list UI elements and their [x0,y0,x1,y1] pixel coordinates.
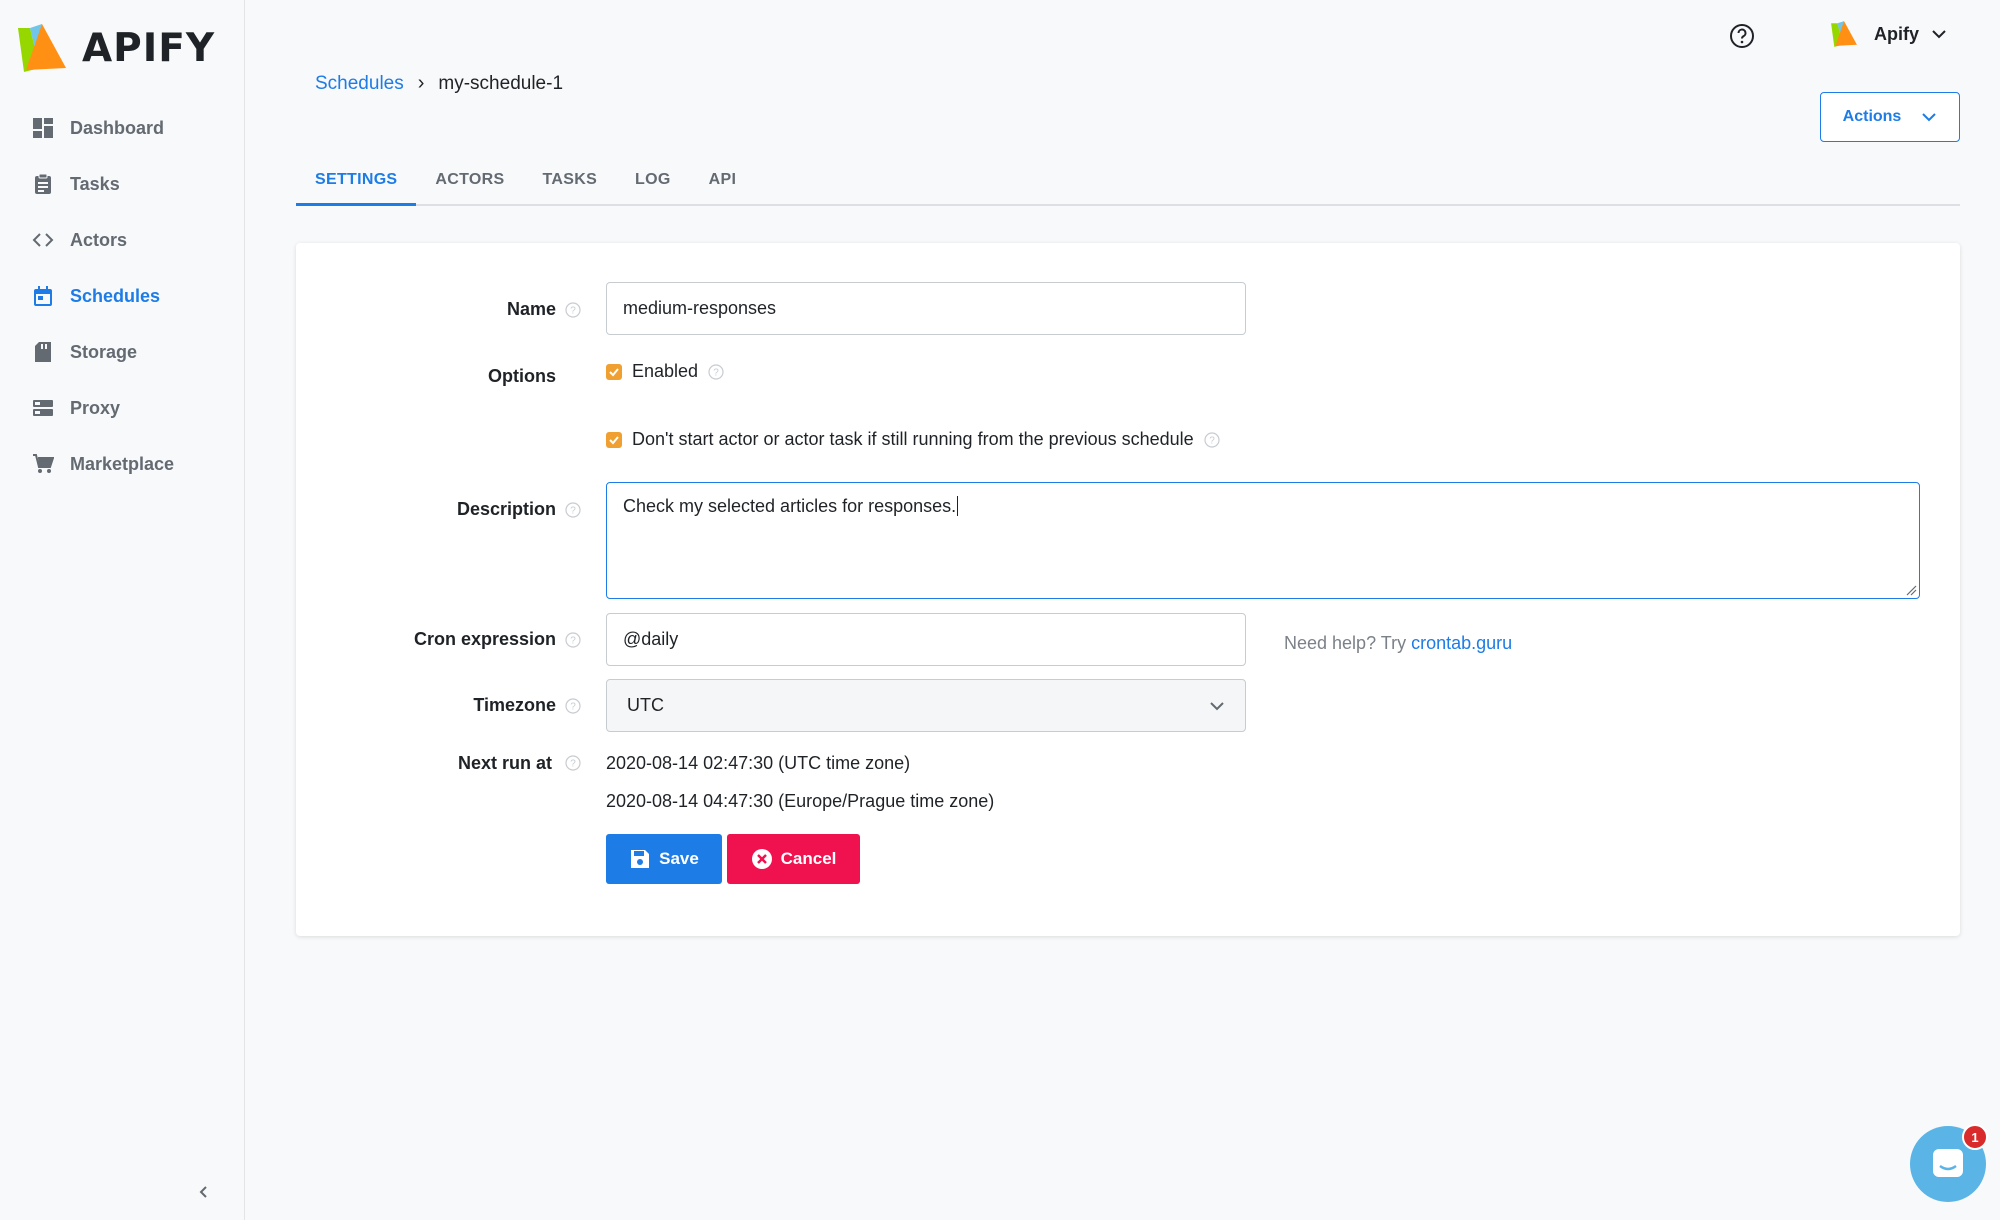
svg-text:?: ? [570,506,576,517]
no-overlap-label: Don't start actor or actor task if still… [632,429,1194,449]
crontab-guru-link[interactable]: crontab.guru [1411,633,1512,653]
next-run-local: 2020-08-14 04:47:30 (Europe/Prague time … [606,791,995,811]
code-icon [32,229,54,251]
cron-expression-label: Cron expression [413,629,556,649]
save-button[interactable]: Save [606,834,722,884]
svg-text:?: ? [570,306,576,317]
description-textarea[interactable]: Check my selected articles for responses… [606,482,1920,599]
sidebar-item-label: Schedules [70,285,161,306]
sidebar-item-label: Marketplace [70,453,175,474]
tab-api[interactable]: API [690,160,756,206]
no-overlap-option: Don't start actor or actor task if still… [606,429,1220,450]
tab-bar: SETTINGS ACTORS TASKS LOG API [296,160,1960,206]
help-tooltip-icon[interactable]: ? [565,502,581,518]
no-overlap-checkbox[interactable] [606,431,622,448]
tab-tasks[interactable]: TASKS [524,160,617,206]
apify-logo-icon [18,24,66,72]
checkmark-icon [609,435,619,444]
tab-log[interactable]: LOG [616,160,690,206]
tab-actors[interactable]: ACTORS [416,160,523,206]
enabled-label: Enabled [632,361,699,381]
sidebar-item-label: Actors [70,229,128,250]
svg-text:?: ? [570,759,576,770]
timezone-select[interactable]: UTC [606,679,1246,732]
enabled-option: Enabled ? [606,361,724,382]
help-tooltip-icon[interactable]: ? [708,363,724,380]
settings-form-card: Name ? Options Enabled ? Don't start act… [296,243,1960,936]
svg-text:?: ? [1209,435,1215,446]
breadcrumb: Schedules › my-schedule-1 [315,72,563,95]
sidebar-item-schedules[interactable]: Schedules [0,268,244,324]
sidebar: APIFY Dashboard Tasks Actors Schedules S… [0,0,245,1220]
cron-expression-input[interactable] [606,613,1246,666]
description-text: Check my selected articles for responses… [623,496,957,516]
account-logo-icon [1831,21,1857,47]
help-tooltip-icon[interactable]: ? [565,698,581,714]
account-name: Apify [1874,23,1919,44]
chevron-left-icon [199,1186,207,1198]
cancel-label: Cancel [780,849,837,868]
svg-text:?: ? [570,702,576,713]
tab-settings[interactable]: SETTINGS [296,160,417,206]
checkmark-icon [609,367,619,376]
help-tooltip-icon[interactable]: ? [565,302,581,318]
help-circle-icon [1730,24,1754,48]
calendar-icon [32,285,54,307]
chevron-down-icon [1932,30,1946,39]
close-circle-icon [751,849,772,869]
actions-button[interactable]: Actions [1820,92,1960,142]
resize-handle-icon[interactable] [1905,584,1917,596]
sidebar-item-tasks[interactable]: Tasks [0,156,244,212]
apify-logo[interactable]: APIFY [16,22,215,74]
next-run-label: Next run at [457,753,552,773]
actions-label: Actions [1842,108,1902,125]
svg-text:?: ? [713,367,719,378]
save-label: Save [659,849,699,868]
chat-icon [1933,1149,1963,1177]
sidebar-item-storage[interactable]: Storage [0,324,244,380]
breadcrumb-separator: › [417,72,425,94]
description-label: Description [456,499,556,519]
breadcrumb-schedules-link[interactable]: Schedules [315,73,404,95]
cancel-button[interactable]: Cancel [727,834,860,884]
floppy-disk-icon [631,850,650,868]
options-label: Options [488,366,556,386]
help-button[interactable] [1728,22,1756,50]
timezone-label: Timezone [473,695,556,715]
sidebar-item-label: Dashboard [70,117,165,138]
storage-icon [32,341,54,363]
sidebar-item-dashboard[interactable]: Dashboard [0,100,244,156]
name-label: Name [506,299,556,319]
sidebar-item-actors[interactable]: Actors [0,212,244,268]
sidebar-item-proxy[interactable]: Proxy [0,380,244,436]
timezone-value: UTC [627,695,664,715]
dashboard-icon [32,117,54,139]
chat-unread-badge: 1 [1962,1124,1988,1150]
cron-help-text: Need help? Try crontab.guru [1284,633,1512,654]
help-tooltip-icon[interactable]: ? [565,755,581,771]
help-tooltip-icon[interactable]: ? [565,632,581,648]
chevron-down-icon [1922,113,1937,122]
cron-help-prefix: Need help? Try [1284,633,1412,653]
account-menu[interactable]: Apify [1830,20,1947,48]
chevron-down-icon [1210,701,1224,710]
sidebar-nav: Dashboard Tasks Actors Schedules Storage [0,100,244,492]
collapse-sidebar-button[interactable] [193,1180,215,1204]
sidebar-item-label: Proxy [70,397,121,418]
breadcrumb-current: my-schedule-1 [438,72,564,94]
server-icon [32,397,54,419]
name-input[interactable] [606,282,1246,335]
help-tooltip-icon[interactable]: ? [1204,431,1220,448]
cart-icon [32,453,54,475]
enabled-checkbox[interactable] [606,363,622,380]
sidebar-item-marketplace[interactable]: Marketplace [0,436,244,492]
sidebar-item-label: Storage [70,341,138,362]
svg-text:?: ? [570,636,576,647]
brand-name: APIFY [82,25,216,71]
text-cursor [957,496,959,516]
clipboard-icon [32,173,54,195]
next-run-utc: 2020-08-14 02:47:30 (UTC time zone) [606,753,911,773]
sidebar-item-label: Tasks [70,173,120,194]
